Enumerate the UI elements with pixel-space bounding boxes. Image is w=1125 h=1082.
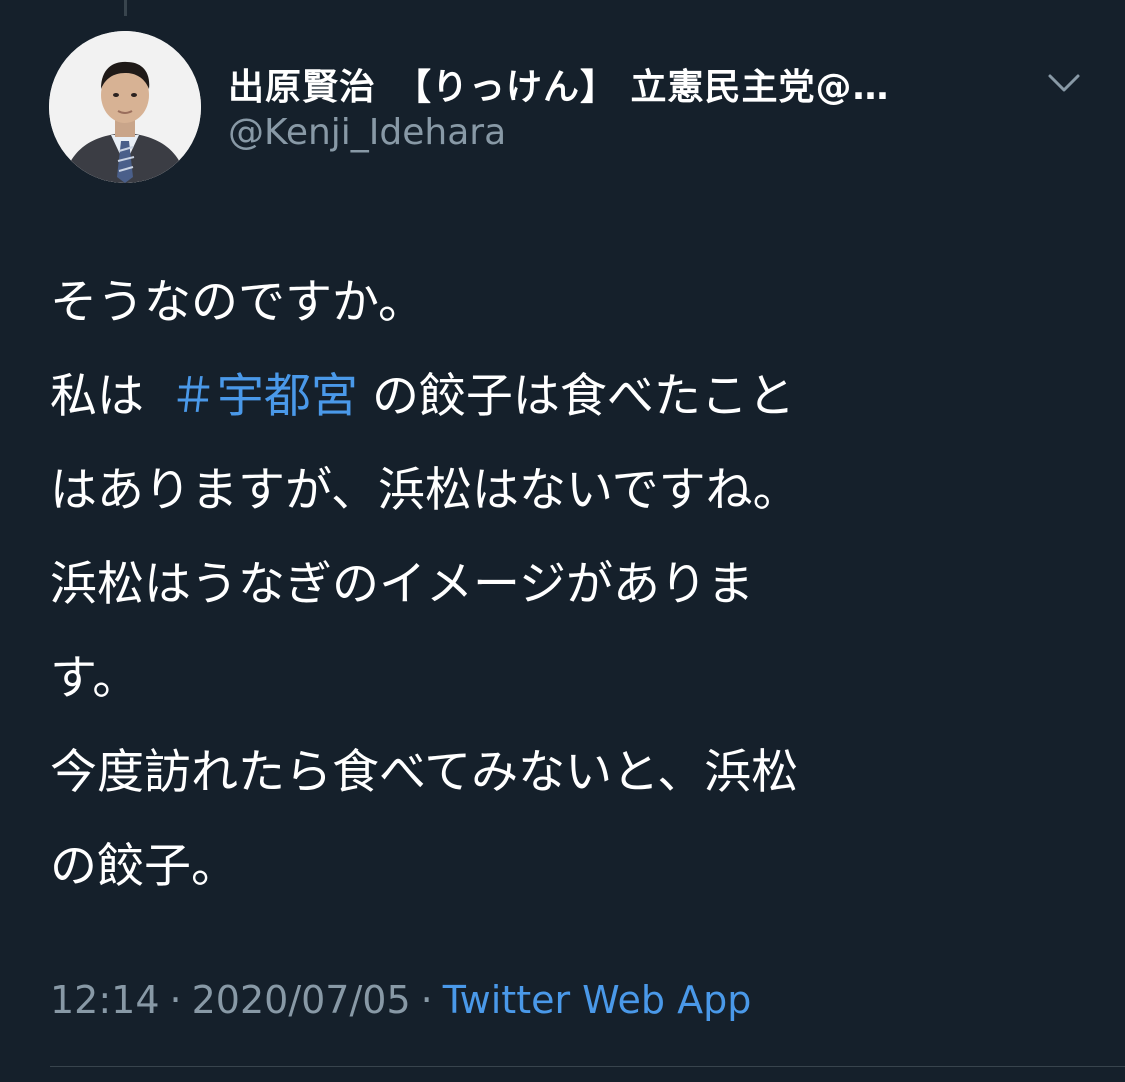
tweet-line: はありますが、浜松はないですね。 [50,463,800,518]
tweet-text-segment: の餃子は食べたこと [371,369,795,424]
tweet-text: そうなのですか。 私は ＃宇都宮 の餃子は食べたこと はありますが、浜松はないですね… [50,256,1070,914]
tweet-line: そうなのですか。 [50,275,426,330]
thread-connector-line [124,0,127,16]
author-handle[interactable]: @Kenji_Idehara [228,112,506,153]
divider [50,1066,1125,1067]
tweet-line: 浜松はうなぎのイメージがありま [50,557,755,612]
tweet-metadata: 12:14 · 2020/07/05 · Twitter Web App [50,978,751,1022]
more-options-button[interactable] [1044,66,1084,102]
chevron-down-icon [1048,74,1080,92]
avatar[interactable] [49,31,201,183]
tweet-line: 今度訪れたら食べてみないと、浜松 [50,745,799,800]
profile-photo-icon [49,31,201,183]
hashtag-link[interactable]: ＃宇都宮 [170,369,358,424]
tweet-time[interactable]: 12:14 [50,978,160,1022]
tweet-date[interactable]: 2020/07/05 [192,978,411,1022]
author-display-name[interactable]: 出原賢治 【りっけん】 立憲民主党@… [228,58,1008,110]
tweet-text-segment: 私は [50,369,144,424]
tweet-line: す。 [50,651,140,706]
meta-separator: · [420,978,433,1022]
meta-separator: · [169,978,182,1022]
tweet-line: の餃子。 [50,839,238,894]
tweet-line: 私は ＃宇都宮 の餃子は食べたこと [50,350,1070,444]
tweet-source-link[interactable]: Twitter Web App [443,978,752,1022]
